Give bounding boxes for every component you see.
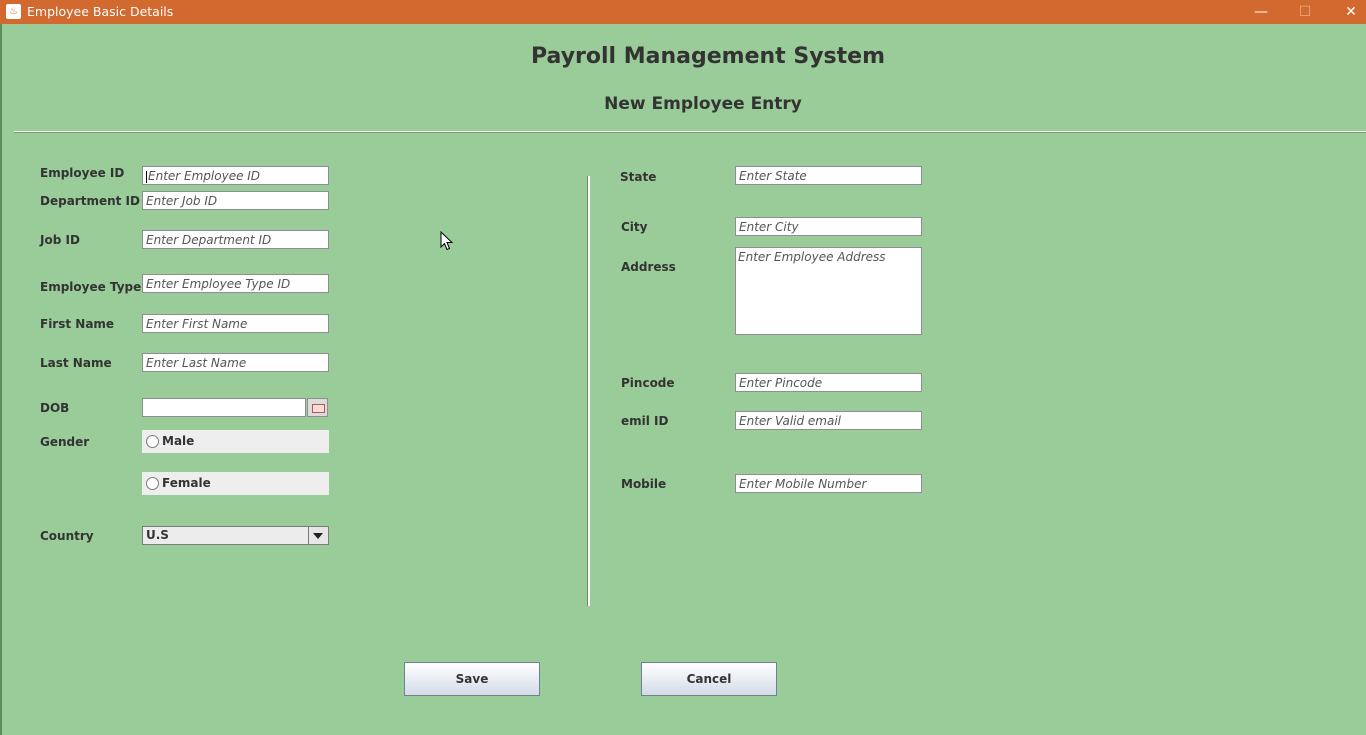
radio-unchecked-icon xyxy=(146,477,159,490)
chevron-down-icon[interactable] xyxy=(308,527,328,544)
window-left-border xyxy=(0,24,2,735)
radio-unchecked-icon xyxy=(146,435,159,448)
maximize-button[interactable]: ☐ xyxy=(1283,0,1327,24)
department-id-field[interactable]: Enter Job ID xyxy=(142,191,329,210)
minimize-button[interactable]: — xyxy=(1239,0,1283,24)
column-divider xyxy=(587,176,590,606)
last-name-field[interactable]: Enter Last Name xyxy=(142,353,329,372)
city-field[interactable]: Enter City xyxy=(735,217,922,236)
gender-female-radio[interactable]: Female xyxy=(142,472,329,495)
mobile-label: Mobile xyxy=(621,477,667,491)
java-cup-icon: ♨ xyxy=(6,4,21,19)
first-name-field[interactable]: Enter First Name xyxy=(142,314,329,333)
save-button[interactable]: Save xyxy=(404,662,540,696)
calendar-icon xyxy=(312,404,325,413)
email-label: emil ID xyxy=(621,414,669,428)
last-name-label: Last Name xyxy=(40,356,112,370)
gender-male-radio[interactable]: Male xyxy=(142,430,329,453)
city-label: City xyxy=(621,220,648,234)
address-textarea[interactable]: Enter Employee Address xyxy=(735,247,922,335)
job-id-label: Job ID xyxy=(40,233,80,247)
employee-id-label: Employee ID xyxy=(40,166,125,180)
state-field[interactable]: Enter State xyxy=(735,166,922,185)
page-title: Payroll Management System xyxy=(531,44,885,69)
mouse-pointer-icon xyxy=(440,231,454,251)
employee-id-field[interactable]: Enter Employee ID xyxy=(142,166,329,185)
country-label: Country xyxy=(40,529,94,543)
mobile-field[interactable]: Enter Mobile Number xyxy=(735,474,922,493)
first-name-label: First Name xyxy=(40,317,115,331)
close-button[interactable]: ✕ xyxy=(1329,0,1366,24)
state-label: State xyxy=(620,170,657,184)
cancel-button[interactable]: Cancel xyxy=(641,662,777,696)
job-id-field[interactable]: Enter Department ID xyxy=(142,230,329,249)
employee-type-id-field[interactable]: Enter Employee Type ID xyxy=(142,274,329,293)
window-titlebar[interactable]: ♨ Employee Basic Details — ☐ ✕ xyxy=(0,0,1366,24)
gender-label: Gender xyxy=(40,435,90,449)
country-selected-value: U.S xyxy=(146,528,169,542)
gender-female-label: Female xyxy=(162,476,211,490)
header-divider xyxy=(14,131,1366,133)
calendar-button[interactable] xyxy=(307,398,328,417)
country-select[interactable]: U.S xyxy=(142,526,329,545)
pincode-field[interactable]: Enter Pincode xyxy=(735,373,922,392)
pincode-label: Pincode xyxy=(621,376,675,390)
page-subtitle: New Employee Entry xyxy=(604,94,802,114)
dob-label: DOB xyxy=(40,401,70,415)
department-id-label: Department ID xyxy=(40,194,140,208)
email-field[interactable]: Enter Valid email xyxy=(735,411,922,430)
gender-male-label: Male xyxy=(162,434,195,448)
dob-field[interactable] xyxy=(142,398,306,417)
window-title: Employee Basic Details xyxy=(27,4,174,19)
employee-id-placeholder: Enter Employee ID xyxy=(148,169,261,183)
address-label: Address xyxy=(621,260,676,274)
text-caret xyxy=(146,170,147,183)
